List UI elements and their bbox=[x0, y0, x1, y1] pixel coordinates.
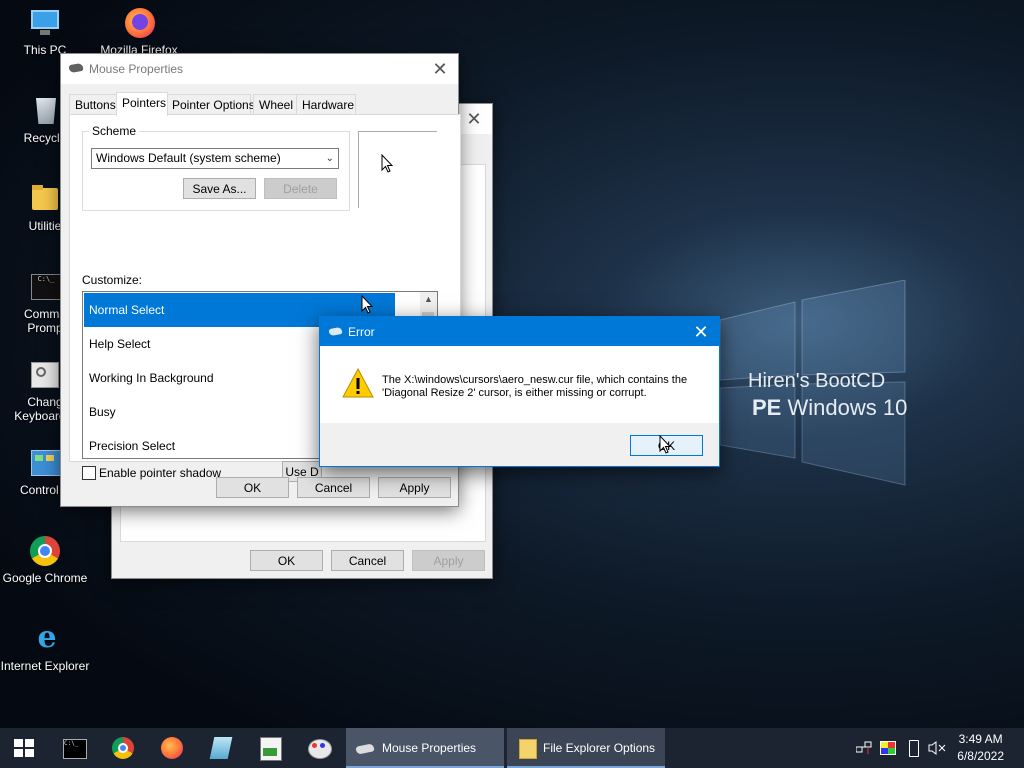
apply-button[interactable]: Apply bbox=[412, 550, 485, 571]
cancel-button[interactable]: Cancel bbox=[297, 477, 370, 498]
scheme-dropdown[interactable]: Windows Default (system scheme) ⌄ bbox=[91, 148, 339, 169]
list-item-label: Normal Select bbox=[89, 303, 165, 317]
ok-button[interactable]: OK bbox=[250, 550, 323, 571]
pointer-shadow-label: Enable pointer shadow bbox=[99, 466, 222, 480]
taskbar-button-file-explorer-options[interactable]: File Explorer Options bbox=[507, 728, 665, 768]
scheme-group: Scheme Windows Default (system scheme) ⌄… bbox=[82, 124, 350, 211]
system-clock[interactable]: 3:49 AM 6/8/2022 bbox=[957, 731, 1004, 765]
error-footer: OK bbox=[320, 423, 719, 466]
recycle-bin-icon bbox=[28, 94, 62, 128]
mouse-icon bbox=[328, 326, 343, 337]
save-as-button[interactable]: Save As... bbox=[183, 178, 256, 199]
mouse-icon bbox=[68, 62, 84, 74]
chevron-down-icon: ⌄ bbox=[325, 153, 334, 164]
network-icon[interactable] bbox=[856, 728, 874, 768]
customize-label: Customize: bbox=[82, 273, 143, 287]
task-manager-icon[interactable] bbox=[246, 728, 294, 768]
scheme-label: Scheme bbox=[89, 124, 140, 138]
list-item-label: Busy bbox=[89, 405, 116, 419]
error-message: The X:\windows\cursors\aero_nesw.cur fil… bbox=[382, 374, 688, 399]
desktop-icon-internet-explorer[interactable]: e Internet Explorer bbox=[0, 620, 90, 674]
clock-date: 6/8/2022 bbox=[957, 749, 1004, 763]
pointer-preview bbox=[358, 131, 437, 208]
folder-options-icon bbox=[519, 739, 537, 759]
scroll-up-icon[interactable]: ▲ bbox=[424, 294, 433, 304]
ok-button[interactable]: OK bbox=[216, 477, 289, 498]
close-icon[interactable]: ✕ bbox=[426, 56, 454, 82]
tab-hardware[interactable]: Hardware bbox=[296, 94, 356, 115]
window-title: Mouse Properties bbox=[89, 62, 184, 76]
close-icon[interactable]: ✕ bbox=[687, 319, 715, 345]
keyboard-layout-icon bbox=[28, 358, 62, 392]
desktop-icon-this-pc[interactable]: This PC bbox=[0, 6, 90, 57]
taskbar-button-label: Mouse Properties bbox=[382, 741, 477, 755]
list-item-label: Precision Select bbox=[89, 439, 176, 453]
clock-time: 3:49 AM bbox=[958, 732, 1003, 746]
arrow-cursor-icon bbox=[361, 295, 374, 314]
control-panel-icon bbox=[28, 446, 62, 480]
warning-icon bbox=[342, 368, 374, 398]
display-icon[interactable] bbox=[880, 728, 898, 768]
scheme-value: Windows Default (system scheme) bbox=[96, 151, 281, 165]
desktop-icon-firefox[interactable]: Mozilla Firefox bbox=[94, 6, 184, 57]
chrome-icon[interactable] bbox=[99, 728, 147, 768]
error-dialog: Error ✕ The X:\windows\cursors\aero_nesw… bbox=[319, 316, 720, 467]
tab-pointers[interactable]: Pointers bbox=[116, 92, 168, 116]
ie-icon: e bbox=[37, 620, 57, 655]
volume-muted-icon[interactable] bbox=[928, 728, 946, 768]
chrome-icon bbox=[28, 534, 62, 568]
cancel-button[interactable]: Cancel bbox=[331, 550, 404, 571]
arrow-cursor-icon bbox=[659, 435, 672, 454]
paint-icon[interactable] bbox=[295, 728, 343, 768]
desktop-icon-chrome[interactable]: Google Chrome bbox=[0, 534, 90, 585]
close-icon[interactable]: ✕ bbox=[460, 106, 488, 132]
list-item-label: Working In Background bbox=[89, 371, 214, 385]
arrow-cursor-icon bbox=[381, 154, 394, 173]
tab-pointer-options[interactable]: Pointer Options bbox=[166, 94, 255, 115]
desktop-icon-label: Internet Explorer bbox=[0, 659, 90, 673]
branding-subtitle: PE Windows 10 bbox=[752, 395, 908, 420]
taskbar: C:\_ Mouse Properties File Explorer Opti… bbox=[0, 728, 1024, 768]
mouse-icon bbox=[355, 743, 375, 755]
firefox-icon bbox=[122, 6, 156, 40]
this-pc-icon bbox=[28, 6, 62, 40]
folder-icon bbox=[28, 182, 62, 216]
delete-button[interactable]: Delete bbox=[264, 178, 337, 199]
taskbar-button-label: File Explorer Options bbox=[543, 741, 656, 755]
firefox-icon[interactable] bbox=[148, 728, 196, 768]
notepad-icon[interactable] bbox=[197, 728, 245, 768]
command-prompt-icon: C:\_ bbox=[28, 270, 62, 304]
start-icon[interactable] bbox=[0, 728, 48, 768]
error-title: Error bbox=[348, 325, 375, 339]
taskbar-button-mouse-properties[interactable]: Mouse Properties bbox=[346, 728, 504, 768]
desktop-icon-label: Google Chrome bbox=[2, 571, 88, 585]
usb-drive-icon[interactable] bbox=[906, 728, 920, 768]
tab-buttons[interactable]: Buttons bbox=[69, 94, 117, 115]
cmd-icon[interactable]: C:\_ bbox=[50, 728, 98, 768]
pointer-shadow-checkbox[interactable] bbox=[82, 466, 96, 480]
tab-wheel[interactable]: Wheel bbox=[253, 94, 297, 115]
apply-button[interactable]: Apply bbox=[378, 477, 451, 498]
branding-title: Hiren's BootCD bbox=[748, 370, 886, 392]
list-item-label: Help Select bbox=[89, 337, 151, 351]
